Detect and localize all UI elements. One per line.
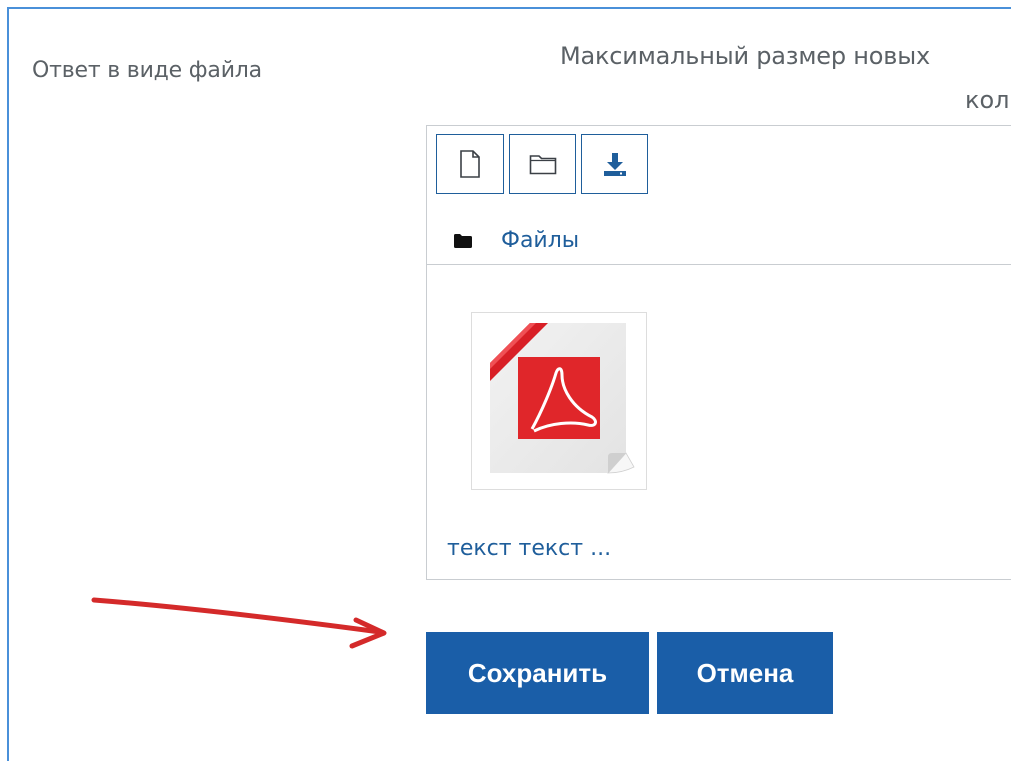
field-label: Ответ в виде файла [32, 58, 262, 83]
folder-filled-icon [454, 234, 472, 248]
create-folder-button[interactable] [509, 134, 576, 194]
breadcrumb: Файлы [427, 216, 1011, 264]
download-button[interactable] [581, 134, 648, 194]
annotation-arrow [91, 597, 387, 649]
file-name-link[interactable]: текст текст ... [447, 536, 611, 561]
form-actions: Сохранить Отмена [426, 632, 833, 714]
max-size-text: Максимальный размер новых [560, 42, 930, 70]
save-button[interactable]: Сохранить [426, 632, 649, 714]
file-thumbnail[interactable] [471, 312, 647, 490]
breadcrumb-files-link[interactable]: Файлы [501, 228, 579, 253]
file-manager: Файлы текст текст ... [426, 125, 1011, 580]
file-manager-toolbar [436, 134, 648, 194]
cancel-button[interactable]: Отмена [657, 632, 833, 714]
add-file-button[interactable] [436, 134, 504, 194]
folder-icon [529, 155, 556, 175]
pdf-file-icon [490, 323, 635, 474]
divider [427, 264, 1011, 265]
file-icon [460, 150, 480, 178]
download-icon [603, 153, 626, 176]
max-size-text-continued: кол [965, 86, 1010, 114]
